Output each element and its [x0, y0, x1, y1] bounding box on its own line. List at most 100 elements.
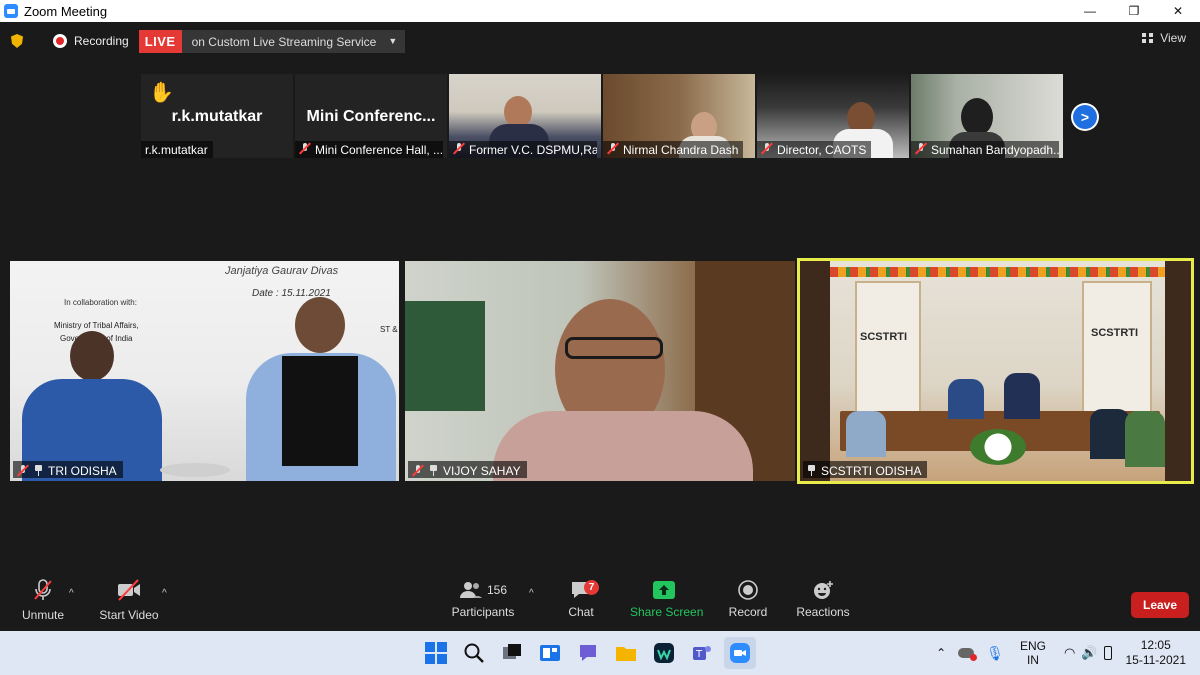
show-hidden-icons-icon[interactable]: ⌃: [936, 646, 946, 660]
search-icon[interactable]: [458, 637, 490, 669]
wifi-icon[interactable]: ◠: [1064, 645, 1075, 661]
video-options-caret[interactable]: ^: [162, 588, 167, 599]
pin-icon: [34, 465, 43, 476]
unmute-button[interactable]: Unmute: [18, 578, 68, 622]
banner-left-panel: [855, 281, 921, 421]
participant-name-tag: TRI ODISHA: [13, 461, 123, 478]
video-feed: [295, 297, 345, 353]
participant-name: SCSTRTI ODISHA: [821, 463, 922, 478]
share-screen-label: Share Screen: [630, 605, 704, 619]
clock-date: 15-11-2021: [1125, 653, 1187, 667]
banner-text: Ministry of Tribal Affairs,: [54, 321, 139, 330]
chevron-right-icon: >: [1073, 105, 1097, 129]
window-title: Zoom Meeting: [24, 3, 108, 19]
file-explorer-icon[interactable]: [610, 637, 642, 669]
share-screen-icon: [653, 581, 675, 599]
record-button[interactable]: Record: [728, 578, 768, 619]
video-tile[interactable]: Janjatiya Gaurav Divas Date : 15.11.2021…: [10, 261, 399, 481]
leave-button[interactable]: Leave: [1131, 592, 1189, 618]
participant-thumbnail[interactable]: Former V.C. DSPMU,Ra...: [449, 74, 601, 158]
teams-chat-icon[interactable]: [572, 637, 604, 669]
participant-name: Sumahan Bandyopadh...: [931, 143, 1059, 157]
flower-bouquet: [970, 429, 1026, 465]
stream-service-dropdown[interactable]: on Custom Live Streaming Service ▼: [181, 29, 406, 53]
webex-app-icon[interactable]: [648, 637, 680, 669]
pin-icon: [429, 465, 438, 476]
share-screen-button[interactable]: Share Screen: [630, 578, 704, 619]
start-video-button[interactable]: Start Video: [98, 578, 160, 622]
video-feed: [846, 411, 886, 457]
task-view-icon[interactable]: [496, 637, 528, 669]
participant-name-tag: VIJOY SAHAY: [408, 461, 527, 478]
system-tray: ⌃ 🎙 ENG IN ◠ 🔊 12:05 15-11-2021: [936, 631, 1200, 675]
participant-name-tag: Nirmal Chandra Dash: [603, 141, 744, 158]
participants-icon: [459, 582, 482, 598]
video-feed: [493, 411, 753, 481]
widgets-icon[interactable]: [534, 637, 566, 669]
banner-title: Janjatiya Gaurav Divas: [225, 265, 339, 277]
start-video-label: Start Video: [99, 608, 159, 622]
mic-muted-icon: [453, 143, 465, 155]
participant-name: Former V.C. DSPMU,Ra...: [469, 143, 597, 157]
participant-thumbnail[interactable]: Nirmal Chandra Dash: [603, 74, 755, 158]
minimize-button[interactable]: —: [1068, 0, 1112, 22]
participant-thumbnail[interactable]: Mini Conferenc... Mini Conference Hall, …: [295, 74, 447, 158]
mic-muted-icon: [299, 143, 311, 155]
participant-name-tag: r.k.mutatkar: [141, 141, 213, 158]
video-feed: [1165, 261, 1191, 481]
flower-garland: [830, 267, 1170, 277]
recording-icon[interactable]: [53, 34, 67, 48]
video-feed: [160, 463, 230, 477]
participant-thumbnail[interactable]: ✋ r.k.mutatkar r.k.mutatkar: [141, 74, 293, 158]
zoom-logo-icon: [4, 4, 18, 18]
participant-strip: ✋ r.k.mutatkar r.k.mutatkar Mini Confere…: [141, 74, 1063, 158]
windows-start-icon[interactable]: [420, 637, 452, 669]
participants-button[interactable]: 156 Participants: [450, 578, 516, 619]
microphone-icon[interactable]: 🎙: [986, 645, 1004, 662]
video-feed: [1004, 373, 1040, 419]
close-button[interactable]: ✕: [1156, 0, 1200, 22]
clock-time: 12:05: [1140, 638, 1171, 652]
reactions-button[interactable]: Reactions: [796, 578, 850, 619]
window-titlebar: Zoom Meeting — ❐ ✕: [0, 0, 1200, 22]
svg-text:T: T: [695, 649, 703, 660]
video-feed: [961, 98, 993, 136]
video-feed: [1090, 409, 1130, 459]
participant-display-name: r.k.mutatkar: [171, 108, 263, 125]
video-feed: [1125, 411, 1165, 467]
clock[interactable]: 12:05 15-11-2021: [1126, 638, 1187, 668]
video-feed: [70, 331, 114, 381]
video-feed: [565, 337, 663, 359]
banner-right-panel: [1082, 281, 1152, 421]
chat-button[interactable]: 7 Chat: [562, 578, 600, 619]
zoom-taskbar-icon[interactable]: [724, 637, 756, 669]
battery-icon[interactable]: [1103, 646, 1112, 660]
view-button[interactable]: View: [1142, 31, 1186, 45]
participant-thumbnail[interactable]: Director, CAOTS: [757, 74, 909, 158]
volume-icon[interactable]: 🔊: [1081, 645, 1097, 661]
participant-thumbnail[interactable]: Sumahan Bandyopadh...: [911, 74, 1063, 158]
onedrive-icon[interactable]: [958, 648, 978, 661]
audio-options-caret[interactable]: ^: [69, 588, 74, 599]
security-shield-icon[interactable]: [11, 34, 23, 48]
participant-name-tag: Former V.C. DSPMU,Ra...: [449, 141, 597, 158]
teams-icon[interactable]: T: [686, 637, 718, 669]
chevron-down-icon: ▼: [388, 35, 398, 46]
recording-label[interactable]: Recording: [74, 34, 129, 48]
view-label: View: [1160, 31, 1186, 45]
mic-muted-icon: [915, 143, 927, 155]
banner-left-label: SCSTRTI: [860, 331, 908, 343]
video-tile[interactable]: VIJOY SAHAY: [405, 261, 795, 481]
restore-button[interactable]: ❐: [1112, 0, 1156, 22]
unmute-label: Unmute: [21, 608, 65, 622]
participant-name-tag: Mini Conference Hall, ...: [295, 141, 443, 158]
language-indicator[interactable]: ENG IN: [1020, 639, 1046, 667]
meeting-controls: Unmute ^ Start Video ^ 156 Participants …: [0, 578, 1200, 630]
live-badge[interactable]: LIVE: [138, 29, 182, 53]
mic-muted-icon: [607, 143, 619, 155]
next-page-button[interactable]: >: [1071, 103, 1099, 131]
video-tile-active-speaker[interactable]: SCSTRTI SCSTRTI SCSTRTI ODISHA: [797, 258, 1194, 484]
participant-display-name: Mini Conferenc...: [306, 108, 436, 125]
chat-label: Chat: [568, 605, 594, 619]
participants-options-caret[interactable]: ^: [529, 588, 534, 599]
